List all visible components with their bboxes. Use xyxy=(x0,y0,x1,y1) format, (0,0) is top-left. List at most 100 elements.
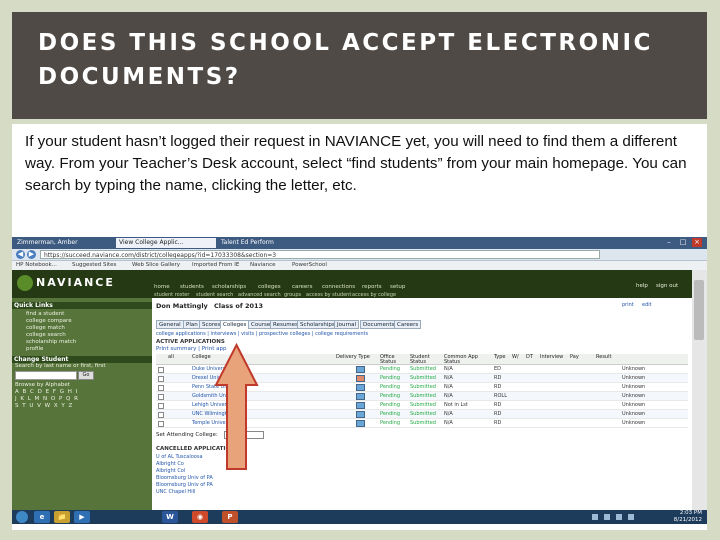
tab-careers[interactable]: Careers xyxy=(394,320,422,329)
student-search-input[interactable] xyxy=(15,371,77,380)
minimize-icon[interactable]: – xyxy=(664,238,674,247)
alphabet-links[interactable]: J K L M N O P Q R xyxy=(15,396,79,403)
quick-link-find-student[interactable]: find a student xyxy=(26,311,64,318)
cancelled-item[interactable]: U of AL Tuscaloosa xyxy=(156,454,203,460)
row-checkbox[interactable] xyxy=(158,367,164,373)
naviance-logo: NAVIANCE xyxy=(36,276,115,289)
slide-header: DOES THIS SCHOOL ACCEPT ELECTRONIC DOCUM… xyxy=(12,12,707,119)
row-result: Unknown xyxy=(622,393,646,399)
row-student-status: Submitted xyxy=(410,384,436,390)
col-all[interactable]: all xyxy=(168,355,174,360)
browser-tab[interactable]: Talent Ed Perform xyxy=(218,238,308,248)
row-checkbox[interactable] xyxy=(158,421,164,427)
nav-setup[interactable]: setup xyxy=(390,283,405,291)
cancelled-item[interactable]: Albright Col xyxy=(156,468,185,474)
row-student-status: Submitted xyxy=(410,366,436,372)
browser-scrollbar[interactable] xyxy=(692,270,707,510)
tray-icon[interactable] xyxy=(592,514,598,520)
college-subtabs[interactable]: college applications | interviews | visi… xyxy=(156,331,368,337)
folder-icon[interactable]: 📁 xyxy=(54,511,70,523)
slide-body-text: If your student hasn’t logged their requ… xyxy=(25,133,687,194)
address-bar: ◀ ▶ https://succeed.naviance.com/distric… xyxy=(12,249,707,261)
cancelled-item[interactable]: UNC Chapel Hill xyxy=(156,489,195,495)
help-link[interactable]: help xyxy=(636,283,648,289)
quick-link-college-match[interactable]: college match xyxy=(26,325,65,332)
row-result: Unknown xyxy=(622,384,646,390)
quick-link-profile[interactable]: profile xyxy=(26,346,43,353)
row-type: ED xyxy=(494,366,502,372)
cancelled-item[interactable]: Bloomsburg Univ of PA xyxy=(156,475,213,481)
bookmarks-bar: HP Notebook... Suggested Sites Web Slice… xyxy=(12,261,707,270)
nav-students[interactable]: students xyxy=(180,283,204,291)
url-field[interactable]: https://succeed.naviance.com/district/co… xyxy=(40,250,600,259)
chrome-icon[interactable]: ◉ xyxy=(192,511,208,523)
back-icon[interactable]: ◀ xyxy=(16,250,25,259)
print-link[interactable]: print xyxy=(622,302,634,308)
edit-link[interactable]: edit xyxy=(642,302,652,308)
volume-icon[interactable] xyxy=(616,514,622,520)
row-checkbox[interactable] xyxy=(158,403,164,409)
media-player-icon[interactable]: ▶ xyxy=(74,511,90,523)
delivery-icon xyxy=(356,411,365,418)
row-checkbox[interactable] xyxy=(158,385,164,391)
tab-documents[interactable]: Documents xyxy=(360,320,398,329)
nav-careers[interactable]: careers xyxy=(292,283,312,291)
col-delivery-type: Delivery Type xyxy=(336,354,370,360)
naviance-nav: NAVIANCE home students scholarships coll… xyxy=(12,270,692,298)
ie-icon[interactable]: e xyxy=(34,511,50,523)
cancelled-item[interactable]: Bloomsburg Univ of PA xyxy=(156,482,213,488)
bookmark-item[interactable]: Imported From IE xyxy=(192,261,239,270)
row-type: RD xyxy=(494,375,502,381)
row-common-app: Not in Lst xyxy=(444,402,468,408)
row-office-status: Pending xyxy=(380,366,400,372)
row-checkbox[interactable] xyxy=(158,394,164,400)
nav-connections[interactable]: connections xyxy=(322,283,355,291)
sign-out-link[interactable]: sign out xyxy=(656,283,678,289)
go-button[interactable]: Go xyxy=(78,371,94,380)
powerpoint-icon[interactable]: P xyxy=(222,511,238,523)
col-w: W/ xyxy=(512,354,519,360)
network-icon[interactable] xyxy=(628,514,634,520)
quick-link-scholarship-match[interactable]: scholarship match xyxy=(26,339,76,346)
quick-links-heading: Quick Links xyxy=(12,302,152,309)
maximize-icon[interactable]: □ xyxy=(678,238,688,247)
tab-journal[interactable]: Journal xyxy=(334,320,360,329)
forward-icon[interactable]: ▶ xyxy=(27,250,36,259)
clock-time[interactable]: 2:03 PM xyxy=(646,510,702,517)
quick-link-college-search[interactable]: college search xyxy=(26,332,66,339)
bookmark-item[interactable]: Suggested Sites xyxy=(72,261,116,270)
scrollbar-thumb[interactable] xyxy=(694,280,704,340)
tab-colleges[interactable]: Colleges xyxy=(220,320,250,329)
bookmark-item[interactable]: Naviance xyxy=(250,261,276,270)
alphabet-links[interactable]: A B C D E F G H I xyxy=(15,389,78,396)
tab-general[interactable]: General xyxy=(156,320,184,329)
tray-icon[interactable] xyxy=(604,514,610,520)
nav-colleges[interactable]: colleges xyxy=(258,283,281,291)
row-student-status: Submitted xyxy=(410,411,436,417)
start-button[interactable] xyxy=(16,511,28,523)
browser-tab-active[interactable]: View College Applic... xyxy=(116,238,216,248)
delivery-icon xyxy=(356,402,365,409)
quick-link-college-compare[interactable]: college compare xyxy=(26,318,72,325)
close-icon[interactable]: × xyxy=(692,238,702,247)
row-type: RD xyxy=(494,411,502,417)
bookmark-item[interactable]: Web Slice Gallery xyxy=(132,261,180,270)
browser-tab[interactable]: Zimmerman, Amber xyxy=(14,238,114,248)
delivery-icon xyxy=(356,384,365,391)
cancelled-item[interactable]: Albright Co xyxy=(156,461,184,467)
row-result: Unknown xyxy=(622,402,646,408)
row-checkbox[interactable] xyxy=(158,376,164,382)
bookmark-item[interactable]: HP Notebook... xyxy=(16,261,57,270)
alphabet-links[interactable]: S T U V W X Y Z xyxy=(15,403,73,410)
row-checkbox[interactable] xyxy=(158,412,164,418)
clock-date[interactable]: 8/21/2012 xyxy=(646,517,702,524)
row-result: Unknown xyxy=(622,411,646,417)
word-icon[interactable]: W xyxy=(162,511,178,523)
nav-home[interactable]: home xyxy=(154,283,170,291)
nav-reports[interactable]: reports xyxy=(362,283,382,291)
bookmark-item[interactable]: PowerSchool xyxy=(292,261,327,270)
nav-scholarships[interactable]: scholarships xyxy=(212,283,246,291)
col-pay: Pay xyxy=(570,354,579,360)
row-result: Unknown xyxy=(622,375,646,381)
tab-scholarships[interactable]: Scholarships xyxy=(297,320,338,329)
